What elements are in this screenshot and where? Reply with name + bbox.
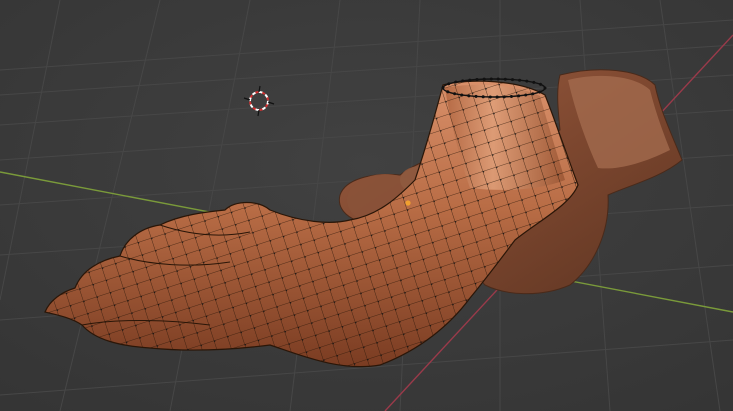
- active-vertex[interactable]: [405, 200, 411, 206]
- viewport-canvas[interactable]: [0, 0, 733, 411]
- 3d-viewport[interactable]: [0, 0, 733, 411]
